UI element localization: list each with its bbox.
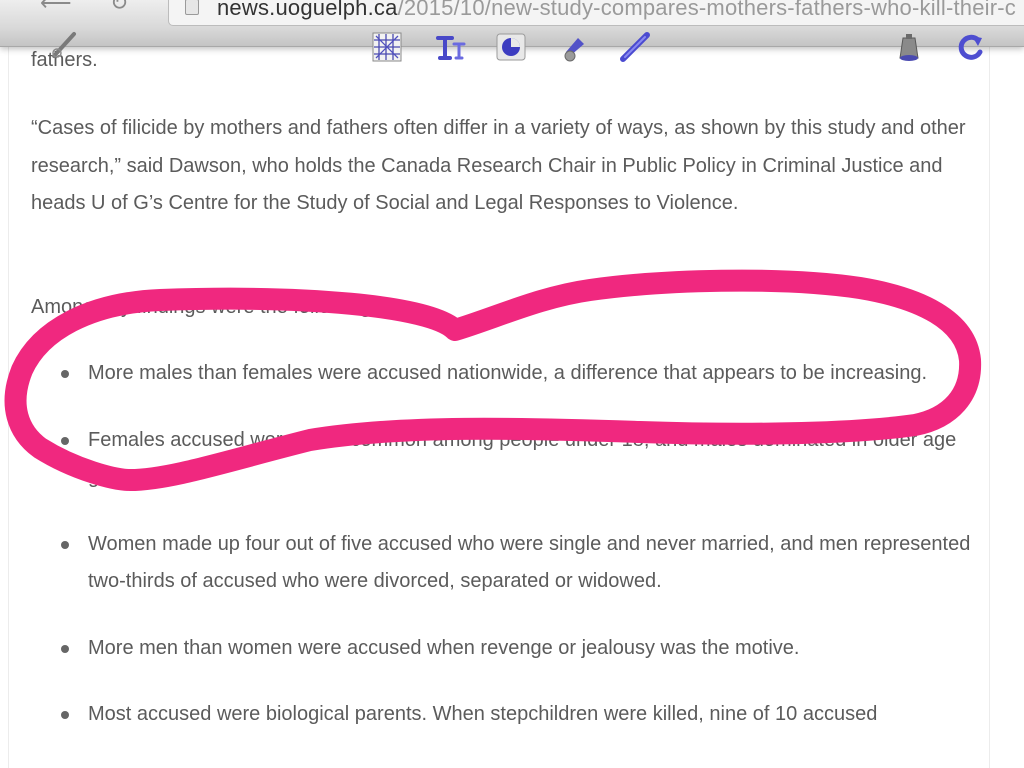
bullet-icon: [61, 711, 69, 719]
pen-tool-icon[interactable]: [618, 30, 652, 64]
list-item-text: Most accused were biological parents. Wh…: [88, 703, 878, 725]
address-bar[interactable]: news.uoguelph.ca/2015/10/new-study-compa…: [168, 0, 1024, 26]
bullet-icon: [61, 436, 69, 445]
redo-icon[interactable]: [954, 30, 988, 64]
stamp-tool-icon[interactable]: [556, 30, 590, 64]
text-tool-icon[interactable]: [434, 30, 468, 64]
reload-icon[interactable]: ↻: [110, 0, 128, 14]
bullet-icon: [61, 370, 69, 378]
back-arrow-icon[interactable]: ⟵: [40, 0, 72, 14]
bullet-icon: [61, 540, 69, 549]
page-icon: [185, 0, 199, 15]
article-body: fathers. “Cases of filicide by mothers a…: [8, 46, 990, 768]
findings-intro: Among key findings were the following:: [31, 296, 377, 318]
url-host: news.uoguelph.ca: [217, 0, 398, 20]
list-item-text: More men than women were accused when re…: [88, 636, 800, 659]
bullet-icon: [61, 644, 69, 653]
list-item: Females accused were more common among p…: [31, 422, 981, 497]
url-text: news.uoguelph.ca/2015/10/new-study-compa…: [217, 0, 1016, 21]
pencil-tool-icon[interactable]: [48, 28, 82, 62]
shape-tool-icon[interactable]: [494, 30, 528, 64]
grid-tool-icon[interactable]: [370, 30, 404, 64]
list-item-text: Women made up four out of five accused w…: [88, 532, 971, 593]
bell-icon[interactable]: [892, 30, 926, 64]
list-item: More men than women were accused when re…: [31, 630, 981, 668]
list-item-text: More males than females were accused nat…: [88, 362, 928, 384]
findings-list: More males than females were accused nat…: [31, 355, 981, 734]
list-item-text: Females accused were more common among p…: [88, 428, 957, 489]
list-item: Most accused were biological parents. Wh…: [31, 696, 981, 734]
list-item: More males than females were accused nat…: [31, 355, 981, 393]
url-path: /2015/10/new-study-compares-mothers-fath…: [397, 0, 1017, 20]
quote-paragraph: “Cases of filicide by mothers and father…: [31, 117, 966, 214]
list-item: Women made up four out of five accused w…: [31, 526, 981, 601]
